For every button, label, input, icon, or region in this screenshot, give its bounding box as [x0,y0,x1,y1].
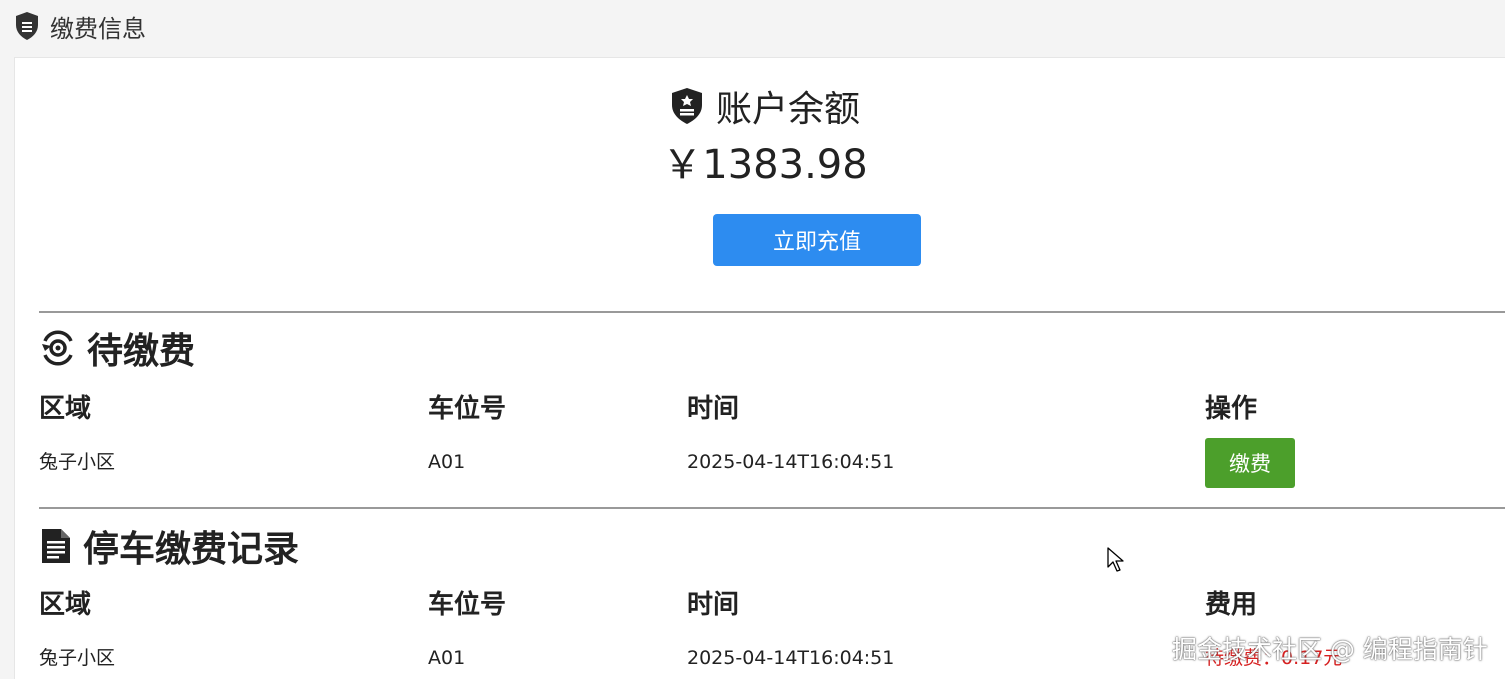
column-header-time: 时间 [687,590,740,620]
pending-payment-icon [39,329,77,367]
payment-card: 账户余额 ￥1383.98 立即充值 待缴费 区域 车位号 时间 操作 兔子小区… [14,57,1505,679]
area-cell: 兔子小区 [39,451,116,473]
column-header-area: 区域 [39,590,92,620]
watermark: 掘金技术社区 @ 编程指南针 [1172,635,1488,664]
table-row: 兔子小区 A01 2025-04-14T16:04:51 缴费 [39,438,1505,488]
balance-section: 账户余额 ￥1383.98 [15,82,1505,192]
pending-section-title: 待缴费 [39,324,195,372]
balance-title: 账户余额 [715,89,860,130]
divider [39,311,1505,313]
records-table-header: 区域 车位号 时间 费用 [39,585,1505,625]
column-header-spot: 车位号 [428,590,507,620]
records-section-title: 停车缴费记录 [39,522,299,570]
time-cell: 2025-04-14T16:04:51 [687,647,895,669]
column-header-time: 时间 [687,394,740,424]
shield-icon [670,87,704,125]
shield-icon [14,11,40,41]
area-cell: 兔子小区 [39,647,116,669]
spot-cell: A01 [428,647,466,669]
column-header-action: 操作 [1205,394,1258,424]
page-title: 缴费信息 [50,14,146,43]
page-header: 缴费信息 [14,6,146,46]
document-icon [39,527,73,565]
time-cell: 2025-04-14T16:04:51 [687,451,895,473]
spot-cell: A01 [428,451,466,473]
balance-heading: 账户余额 [670,82,860,130]
mouse-cursor-icon [1107,547,1125,577]
pending-title: 待缴费 [87,331,196,372]
column-header-spot: 车位号 [428,394,507,424]
column-header-fee: 费用 [1205,590,1258,620]
recharge-button[interactable]: 立即充值 [713,214,921,266]
divider [39,507,1505,509]
pending-table-header: 区域 车位号 时间 操作 [39,389,1505,429]
records-title: 停车缴费记录 [83,529,300,570]
balance-amount: ￥1383.98 [662,142,868,188]
pay-button[interactable]: 缴费 [1205,438,1295,488]
column-header-area: 区域 [39,394,92,424]
